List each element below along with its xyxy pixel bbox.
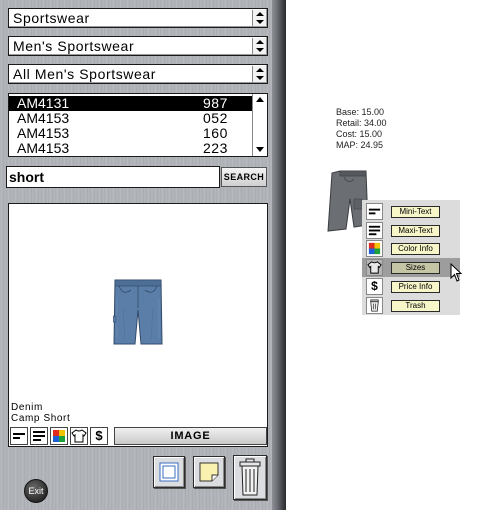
dollar-icon: $ xyxy=(366,278,383,295)
menu-item-trash[interactable]: Trash xyxy=(362,296,460,315)
context-menu: Mini-Text Maxi-Text Color Info Sizes $ P… xyxy=(362,200,460,315)
mini-text-button[interactable] xyxy=(10,427,28,445)
trash-button[interactable] xyxy=(233,455,267,500)
maxi-text-button[interactable] xyxy=(30,427,48,445)
dropdown-arrows-icon[interactable] xyxy=(252,10,266,26)
note-button[interactable] xyxy=(193,456,225,488)
product-name-line1: Denim xyxy=(11,402,43,413)
price-info-button[interactable]: $ xyxy=(90,427,108,445)
shirt-icon xyxy=(366,259,383,276)
mouse-cursor-icon xyxy=(450,263,463,282)
list-item[interactable]: AM4153 052 xyxy=(9,111,253,126)
scroll-down-icon[interactable] xyxy=(256,147,264,152)
subcategory-select[interactable]: All Men's Sportswear xyxy=(8,64,268,84)
maxi-text-icon xyxy=(366,222,383,239)
menu-item-label: Trash xyxy=(391,300,440,312)
dropdown-arrows-icon[interactable] xyxy=(252,66,266,82)
color-info-button[interactable] xyxy=(50,427,68,445)
menu-item-price-info[interactable]: $ Price Info xyxy=(362,277,460,296)
category-select[interactable]: Men's Sportswear xyxy=(8,36,268,56)
product-name-line2: Camp Short xyxy=(11,413,71,424)
style-code: AM4153 xyxy=(17,110,70,126)
cost-price: Cost: 15.00 xyxy=(336,129,383,139)
menu-item-sizes[interactable]: Sizes xyxy=(362,258,460,277)
frame-icon xyxy=(159,462,179,482)
dollar-icon: $ xyxy=(95,428,103,443)
menu-item-maxi-text[interactable]: Maxi-Text xyxy=(362,221,460,240)
product-name: Denim Camp Short xyxy=(11,402,131,424)
exit-button[interactable]: Exit xyxy=(24,479,48,503)
menu-item-color-info[interactable]: Color Info xyxy=(362,239,460,258)
menu-item-mini-text[interactable]: Mini-Text xyxy=(362,202,460,221)
subcategory-value: All Men's Sportswear xyxy=(13,66,157,82)
maxi-text-icon xyxy=(33,431,45,441)
category-value: Men's Sportswear xyxy=(13,38,135,54)
price-info: Base: 15.00 Retail: 34.00 Cost: 15.00 MA… xyxy=(336,107,387,151)
mini-text-icon xyxy=(13,433,25,439)
color-number: 160 xyxy=(203,125,228,141)
base-price: Base: 15.00 xyxy=(336,107,385,117)
retail-price: Retail: 34.00 xyxy=(336,118,387,128)
panel-edge xyxy=(272,0,286,510)
color-info-icon xyxy=(53,430,65,442)
note-icon xyxy=(199,462,219,482)
map-price: MAP: 24.95 xyxy=(336,140,384,150)
style-code: AM4153 xyxy=(17,125,70,141)
menu-item-label: Color Info xyxy=(391,243,440,255)
style-list[interactable]: AM4131 987 AM4153 052 AM4153 160 AM4153 … xyxy=(8,93,268,157)
style-code: AM4131 xyxy=(17,95,70,111)
menu-item-label: Mini-Text xyxy=(391,206,440,218)
denim-shorts-image xyxy=(113,279,163,345)
menu-item-label: Sizes xyxy=(391,262,440,274)
shirt-icon xyxy=(71,429,87,443)
department-select[interactable]: Sportswear xyxy=(8,8,268,28)
search-button[interactable]: SEARCH xyxy=(221,167,267,187)
dropdown-arrows-icon[interactable] xyxy=(252,38,266,54)
image-pane: Denim Camp Short $ IMAGE xyxy=(8,203,268,447)
scroll-up-icon[interactable] xyxy=(256,97,264,102)
image-tab[interactable]: IMAGE xyxy=(114,427,267,445)
color-number: 987 xyxy=(203,95,228,111)
trash-icon xyxy=(366,297,383,314)
list-item[interactable]: AM4131 987 xyxy=(9,96,253,111)
list-scrollbar[interactable] xyxy=(252,94,267,156)
department-value: Sportswear xyxy=(13,10,90,26)
color-info-icon xyxy=(366,240,383,257)
menu-item-label: Maxi-Text xyxy=(391,225,440,237)
list-item[interactable]: AM4153 223 xyxy=(9,141,253,156)
mini-text-icon xyxy=(366,203,383,220)
menu-item-label: Price Info xyxy=(391,281,440,293)
frame-view-button[interactable] xyxy=(153,456,185,488)
style-code: AM4153 xyxy=(17,140,70,156)
color-number: 223 xyxy=(203,140,228,156)
search-input[interactable] xyxy=(6,166,220,188)
sizes-button[interactable] xyxy=(70,427,88,445)
color-number: 052 xyxy=(203,110,228,126)
trash-icon xyxy=(239,458,261,496)
list-item[interactable]: AM4153 160 xyxy=(9,126,253,141)
